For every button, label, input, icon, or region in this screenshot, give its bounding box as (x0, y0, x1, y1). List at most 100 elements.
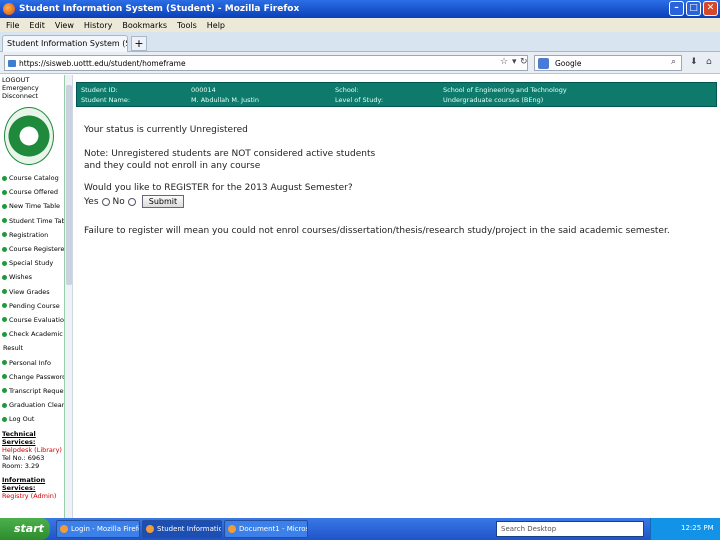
failure-warning: Failure to register will mean you could … (84, 226, 670, 236)
yes-label: Yes (84, 196, 99, 207)
menu-edit[interactable]: Edit (29, 21, 45, 30)
services-heading: Services: (2, 484, 36, 493)
yes-radio[interactable] (101, 197, 110, 206)
bullet-icon (2, 331, 7, 337)
bullet-icon (2, 203, 7, 209)
sidebar-item-pending-course[interactable]: Pending Course (0, 299, 64, 313)
window-title: Student Information System (Student) - M… (19, 4, 300, 14)
helpdesk-link[interactable]: Helpdesk (Library) (2, 446, 64, 454)
room-no: Room: 3.29 (2, 462, 40, 471)
sidebar-emergency[interactable]: Emergency (2, 84, 62, 92)
bullet-icon (2, 416, 7, 422)
bookmark-star-icon[interactable]: ☆ (500, 57, 508, 67)
sidebar-item-registration[interactable]: Registration (0, 228, 64, 242)
close-button[interactable]: ✕ (703, 1, 718, 16)
taskbar: start Login - Mozilla Firefox Student In… (0, 518, 720, 540)
nav-bar: https://sisweb.uottt.edu/student/homefra… (0, 52, 720, 74)
search-input[interactable]: Google (534, 55, 682, 71)
search-icon[interactable]: ⌕ (671, 57, 676, 67)
sidebar-item-course-evaluation[interactable]: Course Evaluation (0, 313, 64, 327)
sidebar-item-course-catalog[interactable]: Course Catalog (0, 171, 64, 185)
task-student-information[interactable]: Student Information ... (142, 520, 222, 538)
sidebar-item-new-time-table[interactable]: New Time Table (0, 199, 64, 213)
submit-button[interactable]: Submit (141, 195, 185, 208)
student-name-value: M. Abdullah M. Justin (191, 96, 259, 104)
information-heading: Information (2, 476, 46, 485)
window-title-bar: Student Information System (Student) - M… (0, 0, 720, 18)
google-icon[interactable] (538, 58, 549, 69)
bullet-icon (2, 402, 7, 408)
menu-file[interactable]: File (6, 21, 19, 30)
note-line-2: and they could not enroll in any course (84, 161, 261, 171)
sidebar-logout[interactable]: LOGOUT (2, 76, 62, 84)
search-placeholder: Google (555, 59, 582, 68)
sidebar-item-transcript-request[interactable]: Transcript Request (0, 384, 64, 398)
task-document1[interactable]: Document1 - Microsoft ... (224, 520, 308, 538)
menu-tools[interactable]: Tools (177, 21, 197, 30)
bullet-icon (2, 374, 7, 380)
firefox-icon (3, 3, 15, 15)
maximize-button[interactable]: □ (686, 1, 701, 16)
sidebar-item-wishes[interactable]: Wishes (0, 270, 64, 284)
menu-view[interactable]: View (55, 21, 74, 30)
tab-bar: Student Information System (Student) + (0, 32, 720, 52)
sidebar-item-change-password[interactable]: Change Password (0, 370, 64, 384)
page-content: LOGOUT Emergency Disconnect Course Catal… (0, 75, 720, 518)
note-line-1: Note: Unregistered students are NOT cons… (84, 149, 376, 159)
reload-icon[interactable]: ↻ (520, 57, 528, 67)
student-id-label: Student ID: (81, 86, 118, 94)
task-login-firefox[interactable]: Login - Mozilla Firefox (56, 520, 140, 538)
desktop-search-input[interactable]: Search Desktop (496, 521, 644, 537)
level-label: Level of Study: (335, 96, 384, 104)
sidebar: LOGOUT Emergency Disconnect Course Catal… (0, 75, 65, 518)
sidebar-item-course-offered[interactable]: Course Offered (0, 185, 64, 199)
bullet-icon (2, 260, 7, 266)
bullet-icon (2, 274, 7, 280)
bullet-icon (2, 175, 7, 181)
bullet-icon (2, 317, 7, 323)
new-tab-button[interactable]: + (131, 36, 147, 51)
sidebar-scrollbar[interactable] (65, 75, 73, 518)
student-name-label: Student Name: (81, 96, 131, 104)
menu-bookmarks[interactable]: Bookmarks (122, 21, 167, 30)
sidebar-item-view-grades[interactable]: View Grades (0, 285, 64, 299)
sidebar-disconnect[interactable]: Disconnect (2, 92, 62, 100)
minimize-button[interactable]: – (669, 1, 684, 16)
register-question: Would you like to REGISTER for the 2013 … (84, 183, 353, 193)
menu-bar: File Edit View History Bookmarks Tools H… (0, 18, 720, 32)
system-tray: 12:25 PM (650, 518, 720, 540)
scrollbar-thumb[interactable] (66, 85, 72, 285)
sidebar-item-result[interactable]: Result (0, 341, 64, 355)
sidebar-item-special-study[interactable]: Special Study (0, 256, 64, 270)
sidebar-item-check-academic[interactable]: Check Academic (0, 327, 64, 341)
school-value: School of Engineering and Technology (443, 86, 567, 94)
site-identity-icon[interactable] (8, 60, 16, 67)
sidebar-item-course-registered[interactable]: Course Registered (0, 242, 64, 256)
bullet-icon (2, 218, 7, 224)
url-bar[interactable]: https://sisweb.uottt.edu/student/homefra… (4, 55, 528, 71)
download-icon[interactable]: ⬇ (690, 57, 698, 67)
sidebar-item-log-out[interactable]: Log Out (0, 412, 64, 426)
no-label: No (112, 196, 125, 207)
sidebar-item-graduation-clearance[interactable]: Graduation Clearance (0, 398, 64, 412)
technical-services-heading: Technical Services: (2, 430, 36, 447)
level-value: Undergraduate courses (BEng) (443, 96, 544, 104)
url-text: https://sisweb.uottt.edu/student/homefra… (19, 59, 186, 68)
registry-link[interactable]: Registry (Admin) (2, 492, 64, 500)
sidebar-item-personal-info[interactable]: Personal Info (0, 355, 64, 369)
bullet-icon (2, 303, 7, 309)
tab-student-info[interactable]: Student Information System (Student) (2, 35, 128, 52)
registration-panel: Your status is currently Unregistered No… (84, 125, 714, 238)
bullet-icon (2, 246, 7, 252)
tel-no: Tel No.: 6963 (2, 454, 45, 463)
start-button[interactable]: start (0, 518, 50, 540)
home-icon[interactable]: ⌂ (706, 57, 712, 67)
student-id-value: 000014 (191, 86, 216, 94)
no-radio[interactable] (127, 197, 136, 206)
sidebar-item-student-time-table[interactable]: Student Time Table (0, 214, 64, 228)
status-text: Your status is currently Unregistered (84, 125, 248, 135)
clock[interactable]: 12:25 PM (681, 524, 714, 532)
menu-history[interactable]: History (84, 21, 112, 30)
menu-help[interactable]: Help (207, 21, 225, 30)
dropdown-icon[interactable]: ▾ (512, 57, 517, 67)
